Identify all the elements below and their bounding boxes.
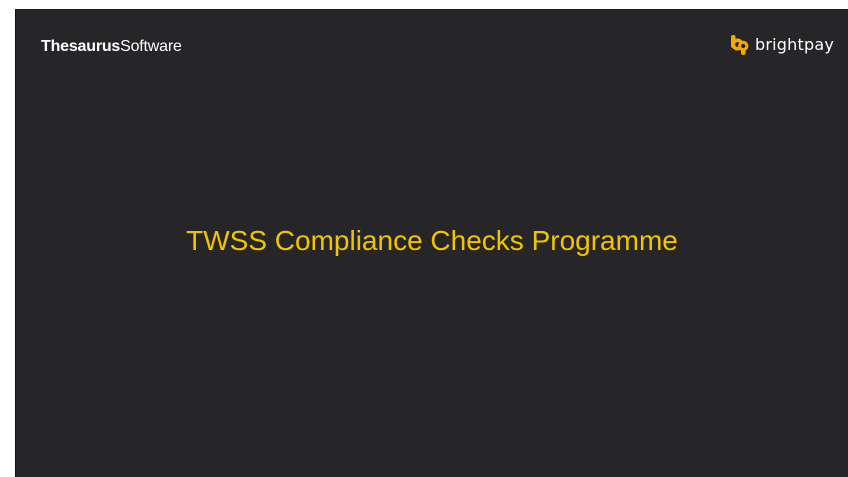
bp-logo-icon [731,35,749,55]
presentation-screen: ThesaurusSoftware brightpay TWSS Complia… [0,0,848,477]
company-name-bold: Thesaurus [41,38,121,55]
slide-title: TWSS Compliance Checks Programme [186,225,678,256]
brightpay-logo-text: brightpay [755,35,834,54]
company-name-light: Software [120,38,182,55]
brightpay-logo: brightpay [729,34,834,56]
presentation-slide: ThesaurusSoftware brightpay TWSS Complia… [15,9,848,477]
thesaurus-software-logo: ThesaurusSoftware [41,37,182,57]
